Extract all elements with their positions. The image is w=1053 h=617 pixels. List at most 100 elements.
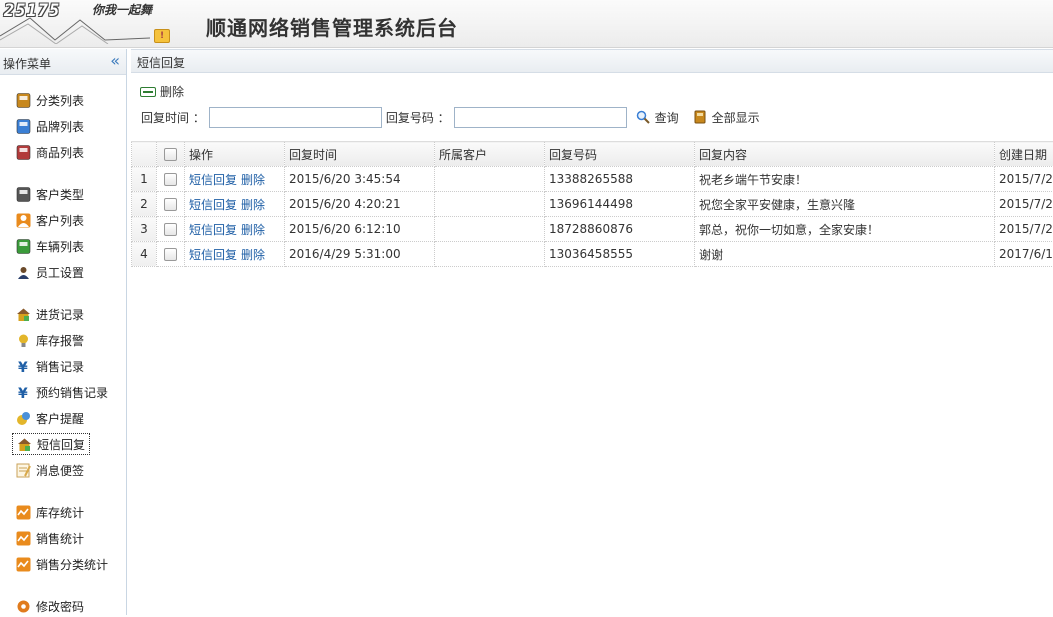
sidebar-item[interactable]: 车辆列表 xyxy=(12,235,88,257)
chart-icon xyxy=(16,557,31,572)
book-icon xyxy=(693,110,707,124)
sidebar-item-label: 客户类型 xyxy=(36,186,84,203)
reply-phone-cell: 18728860876 xyxy=(545,217,695,242)
operation-cell: 短信回复删除 xyxy=(185,217,285,242)
sms-reply-link[interactable]: 短信回复 xyxy=(189,173,237,187)
customer-cell xyxy=(435,217,545,242)
row-number: 4 xyxy=(132,242,157,267)
table-row[interactable]: 2短信回复删除2015/6/20 4:20:2113696144498祝您全家平… xyxy=(132,192,1053,217)
sidebar-item-label: 商品列表 xyxy=(36,144,84,161)
panel-header: 短信回复 xyxy=(131,49,1053,73)
column-header[interactable]: 所属客户 xyxy=(435,142,545,167)
sidebar-header: 操作菜单 « xyxy=(0,49,126,75)
customer-cell xyxy=(435,192,545,217)
svg-text:¥: ¥ xyxy=(18,360,28,374)
created-date-cell: 2015/7/2 xyxy=(995,167,1053,192)
reply-time-input[interactable] xyxy=(209,107,382,128)
sidebar-item[interactable]: ¥ 销售记录 xyxy=(12,355,88,377)
sidebar-item[interactable]: 客户类型 xyxy=(12,183,88,205)
reply-content-cell: 祝老乡端午节安康！ xyxy=(695,167,995,192)
row-checkbox[interactable] xyxy=(164,248,177,261)
sidebar: 操作菜单 « 分类列表品牌列表商品列表客户类型客户列表车辆列表员工设置进货记录库… xyxy=(0,49,127,615)
table-row[interactable]: 3短信回复删除2015/6/20 6:12:1018728860876郭总，祝你… xyxy=(132,217,1053,242)
table-row[interactable]: 4短信回复删除2016/4/29 5:31:0013036458555谢谢201… xyxy=(132,242,1053,267)
show-all-button[interactable]: 全部显示 xyxy=(693,109,760,126)
delete-icon xyxy=(140,87,156,97)
delete-link[interactable]: 删除 xyxy=(241,248,265,262)
customer-type-icon xyxy=(16,187,31,202)
app-header: 25175 你我一起舞 ! 顺通网络销售管理系统后台 xyxy=(0,0,1053,48)
rownum-header xyxy=(132,142,157,167)
row-number: 1 xyxy=(132,167,157,192)
table-header-row: 操作 回复时间 所属客户 回复号码 回复内容 创建日期 xyxy=(132,142,1053,167)
sidebar-item[interactable]: 品牌列表 xyxy=(12,115,88,137)
main-panel: 短信回复 删除 回复时间 ： 回复号码 ： 查询 全部显示 xyxy=(131,49,1053,615)
reply-phone-label: 回复号码 ： xyxy=(386,109,450,126)
column-header[interactable]: 回复内容 xyxy=(695,142,995,167)
sidebar-item-label: 分类列表 xyxy=(36,92,84,109)
sidebar-item[interactable]: 员工设置 xyxy=(12,261,88,283)
sidebar-item-label: 修改密码 xyxy=(36,598,84,615)
reply-phone-cell: 13388265588 xyxy=(545,167,695,192)
sidebar-item[interactable]: 修改密码 xyxy=(12,595,88,617)
reply-phone-input[interactable] xyxy=(454,107,627,128)
sidebar-item[interactable]: 消息便签 xyxy=(12,459,88,481)
yen-icon: ¥ xyxy=(16,385,31,400)
sidebar-item[interactable]: 销售分类统计 xyxy=(12,553,112,575)
row-number: 3 xyxy=(132,217,157,242)
column-header[interactable]: 回复时间 xyxy=(285,142,435,167)
app-title: 顺通网络销售管理系统后台 xyxy=(206,12,458,41)
sidebar-item[interactable]: 库存统计 xyxy=(12,501,88,523)
svg-text:¥: ¥ xyxy=(18,386,28,400)
reply-time-cell: 2015/6/20 6:12:10 xyxy=(285,217,435,242)
panel-title: 短信回复 xyxy=(137,54,185,71)
sidebar-item-label: 消息便签 xyxy=(36,462,84,479)
delete-link[interactable]: 删除 xyxy=(241,223,265,237)
brand-list-icon xyxy=(16,119,31,134)
delete-link[interactable]: 删除 xyxy=(241,198,265,212)
sms-reply-link[interactable]: 短信回复 xyxy=(189,198,237,212)
chart-icon xyxy=(16,505,31,520)
column-header[interactable]: 回复号码 xyxy=(545,142,695,167)
collapse-sidebar-icon[interactable]: « xyxy=(110,51,120,70)
sidebar-item[interactable]: 分类列表 xyxy=(12,89,88,111)
sidebar-item[interactable]: 客户提醒 xyxy=(12,407,88,429)
row-select-cell xyxy=(157,167,185,192)
created-date-cell: 2015/7/2 xyxy=(995,217,1053,242)
show-all-label: 全部显示 xyxy=(712,109,760,126)
sms-reply-icon xyxy=(17,437,32,452)
delete-button-label: 删除 xyxy=(160,83,184,100)
chart-icon xyxy=(16,531,31,546)
row-select-cell xyxy=(157,217,185,242)
delete-button[interactable]: 删除 xyxy=(140,83,184,100)
notification-icon[interactable]: ! xyxy=(154,29,170,43)
sidebar-item[interactable]: 销售统计 xyxy=(12,527,88,549)
sidebar-item[interactable]: 商品列表 xyxy=(12,141,88,163)
select-all-checkbox[interactable] xyxy=(164,148,177,161)
memo-icon xyxy=(16,463,31,478)
operation-cell: 短信回复删除 xyxy=(185,192,285,217)
sidebar-item[interactable]: 进货记录 xyxy=(12,303,88,325)
sidebar-item-label: 销售分类统计 xyxy=(36,556,108,573)
sidebar-title: 操作菜单 xyxy=(3,55,51,72)
customer-cell xyxy=(435,242,545,267)
yen-icon: ¥ xyxy=(16,359,31,374)
sidebar-item-label: 库存统计 xyxy=(36,504,84,521)
row-checkbox[interactable] xyxy=(164,173,177,186)
row-checkbox[interactable] xyxy=(164,198,177,211)
sidebar-item[interactable]: 客户列表 xyxy=(12,209,88,231)
sidebar-item-label: 客户列表 xyxy=(36,212,84,229)
sidebar-item[interactable]: ¥预约销售记录 xyxy=(12,381,112,403)
table-row[interactable]: 1短信回复删除2015/6/20 3:45:5413388265588祝老乡端午… xyxy=(132,167,1053,192)
row-checkbox[interactable] xyxy=(164,223,177,236)
sms-reply-table: 操作 回复时间 所属客户 回复号码 回复内容 创建日期 1短信回复删除2015/… xyxy=(131,141,1053,267)
delete-link[interactable]: 删除 xyxy=(241,173,265,187)
sidebar-item[interactable]: 库存报警 xyxy=(12,329,88,351)
column-header[interactable]: 创建日期 xyxy=(995,142,1053,167)
sidebar-item[interactable]: 短信回复 xyxy=(12,433,90,455)
sms-reply-link[interactable]: 短信回复 xyxy=(189,223,237,237)
column-header[interactable]: 操作 xyxy=(185,142,285,167)
sms-reply-link[interactable]: 短信回复 xyxy=(189,248,237,262)
query-button[interactable]: 查询 xyxy=(636,109,679,126)
sidebar-item-label: 销售记录 xyxy=(36,358,84,375)
